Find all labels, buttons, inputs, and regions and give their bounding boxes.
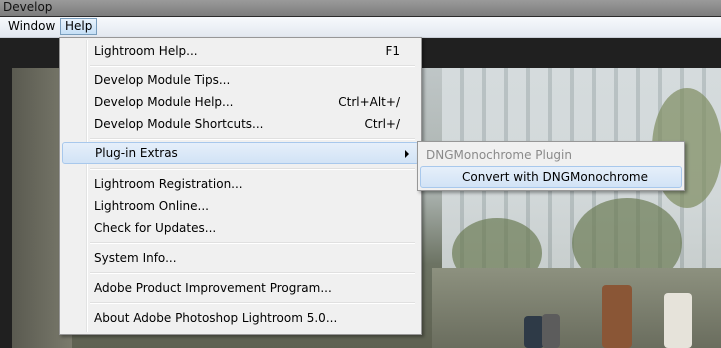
photo-person	[524, 316, 544, 348]
menu-item-label: Lightroom Online...	[94, 199, 209, 213]
window-title: Develop	[3, 0, 53, 14]
submenu-header-dngmonochrome: DNGMonochrome Plugin	[420, 144, 680, 166]
menu-item-shortcut: Ctrl+/	[364, 117, 400, 131]
menu-item-convert-dngmonochrome[interactable]: Convert with DNGMonochrome	[420, 166, 682, 188]
menu-item-develop-help[interactable]: Develop Module Help... Ctrl+Alt+/	[62, 91, 417, 113]
photo-person	[664, 293, 692, 348]
menu-item-label: Lightroom Registration...	[94, 177, 243, 191]
menu-bar: Window Help	[0, 17, 721, 38]
menu-item-shortcut: F1	[385, 44, 400, 58]
menu-item-label: Adobe Product Improvement Program...	[94, 281, 332, 295]
menu-item-label: Lightroom Help...	[94, 44, 198, 58]
menu-item-plugin-extras[interactable]: Plug-in Extras	[62, 142, 419, 164]
photo-person	[542, 314, 560, 348]
menu-item-improvement-program[interactable]: Adobe Product Improvement Program...	[62, 277, 417, 299]
photo-person	[602, 285, 632, 348]
menu-item-lightroom-online[interactable]: Lightroom Online...	[62, 195, 417, 217]
menu-item-label: Plug-in Extras	[95, 146, 178, 160]
menu-item-system-info[interactable]: System Info...	[62, 247, 417, 269]
menu-item-lightroom-help[interactable]: Lightroom Help... F1	[62, 40, 417, 62]
menu-item-label: Check for Updates...	[94, 221, 217, 235]
submenu-header-label: DNGMonochrome Plugin	[426, 148, 572, 162]
menu-item-develop-tips[interactable]: Develop Module Tips...	[62, 69, 417, 91]
menu-separator	[90, 65, 415, 67]
menu-item-label: Develop Module Help...	[94, 95, 234, 109]
menu-help[interactable]: Help	[60, 18, 98, 35]
menu-separator	[90, 302, 415, 304]
menu-item-shortcut: Ctrl+Alt+/	[338, 95, 400, 109]
submenu-arrow-icon	[405, 150, 409, 158]
menu-separator	[90, 138, 415, 140]
menu-item-check-updates[interactable]: Check for Updates...	[62, 217, 417, 239]
menu-item-about[interactable]: About Adobe Photoshop Lightroom 5.0...	[62, 307, 417, 329]
menu-item-label: Convert with DNGMonochrome	[462, 170, 648, 184]
plugin-extras-submenu: DNGMonochrome Plugin Convert with DNGMon…	[417, 141, 685, 191]
menu-separator	[90, 272, 415, 274]
menu-item-label: System Info...	[94, 251, 177, 265]
menu-item-develop-shortcuts[interactable]: Develop Module Shortcuts... Ctrl+/	[62, 113, 417, 135]
menu-separator	[90, 168, 415, 170]
menu-item-label: Develop Module Shortcuts...	[94, 117, 264, 131]
menu-separator	[90, 242, 415, 244]
menu-item-label: About Adobe Photoshop Lightroom 5.0...	[94, 311, 338, 325]
help-menu-dropdown: Lightroom Help... F1 Develop Module Tips…	[59, 37, 422, 335]
menu-window[interactable]: Window	[3, 18, 60, 35]
menu-item-label: Develop Module Tips...	[94, 73, 231, 87]
menu-item-registration[interactable]: Lightroom Registration...	[62, 173, 417, 195]
window-titlebar: Develop	[0, 0, 721, 16]
